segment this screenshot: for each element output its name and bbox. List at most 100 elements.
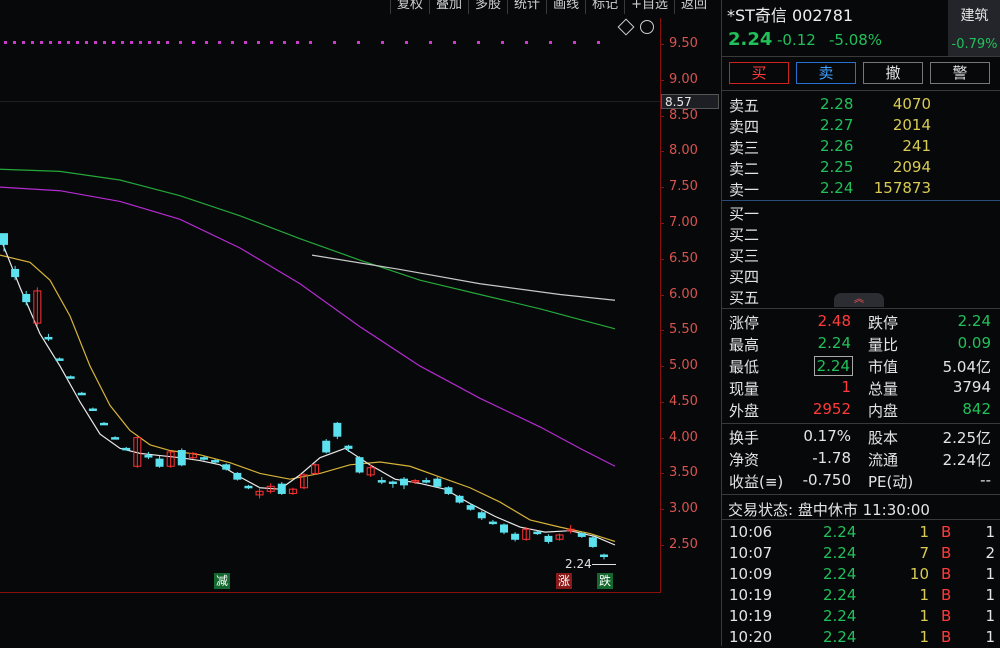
toolbar-item-1[interactable]: 叠加 [429, 0, 468, 14]
candle-body [277, 483, 286, 494]
ask-row[interactable]: 卖一 2.24 157873 [722, 178, 1000, 199]
stock-change-pct: -5.08% [829, 31, 883, 49]
circle-icon[interactable] [640, 20, 654, 34]
sector-name: 建筑 [960, 8, 989, 24]
candle-body [422, 480, 431, 483]
stock-change: -0.12 [777, 31, 816, 49]
y-tick: 2.50 [660, 537, 698, 552]
candle-body [122, 447, 131, 451]
top-dot-marker [4, 41, 7, 44]
candle-body [11, 268, 20, 278]
y-tick: 4.50 [660, 394, 698, 409]
top-dot-marker [112, 41, 115, 44]
top-dot-marker [231, 41, 234, 44]
last-price-marker: 2.24 [565, 557, 592, 571]
reduce-marker[interactable]: 减 [214, 573, 230, 589]
top-dot-marker [309, 41, 312, 44]
sell-button[interactable]: 卖 [796, 62, 856, 84]
ma-line-grey [311, 254, 616, 301]
candle-body [488, 521, 497, 525]
top-dot-marker [58, 41, 61, 44]
candle-body [244, 485, 253, 489]
sector-tag[interactable]: 建筑 -0.79% [948, 0, 1000, 56]
top-dot-marker [76, 41, 79, 44]
candle-body [333, 422, 342, 437]
chevron-up-icon[interactable]: ︽ [834, 293, 884, 307]
top-dot-marker [270, 41, 273, 44]
top-dot-marker [453, 41, 456, 44]
stat-row: 最低 2.24 市值 5.04亿 [729, 356, 991, 376]
top-dot-marker [157, 41, 160, 44]
candle-body [466, 505, 475, 510]
ask-row[interactable]: 卖三 2.26 241 [722, 136, 1000, 157]
top-dot-marker [179, 41, 182, 44]
toolbar-item-2[interactable]: 多股 [468, 0, 507, 14]
top-dot-marker [333, 41, 336, 44]
candle-body [55, 358, 64, 361]
toolbar-item-5[interactable]: 标记 [585, 0, 624, 14]
y-tick: 5.50 [660, 322, 698, 337]
kline-chart[interactable] [0, 18, 660, 593]
tick-row: 10:19 2.24 1 B 1 [729, 607, 995, 625]
top-dot-marker [525, 41, 528, 44]
fall-marker[interactable]: 跌 [597, 573, 613, 589]
top-dot-marker [257, 41, 260, 44]
top-dot-marker [597, 41, 600, 44]
candle-body [577, 533, 586, 537]
top-dot-marker [121, 41, 124, 44]
top-dot-marker [49, 41, 52, 44]
stat-row: 涨停 2.48 跌停 2.24 [729, 312, 991, 332]
top-dot-marker [130, 41, 133, 44]
ma-line-green [0, 168, 616, 330]
candle-body [155, 458, 164, 467]
top-dot-marker [22, 41, 25, 44]
y-tick: 3.50 [660, 465, 698, 480]
candle-body [111, 437, 120, 440]
rise-marker[interactable]: 涨 [556, 573, 572, 589]
candle-body [22, 294, 31, 303]
top-dot-marker [549, 41, 552, 44]
toolbar-item-6[interactable]: +自选 [624, 0, 674, 14]
bid-row[interactable]: 买三 [722, 244, 1000, 265]
toolbar-item-7[interactable]: 返回 [674, 0, 713, 14]
toolbar-item-4[interactable]: 画线 [546, 0, 585, 14]
candle-body [66, 376, 75, 379]
alert-button[interactable]: 警 [930, 62, 990, 84]
candle-body [200, 457, 208, 460]
ma-line-yellow [0, 254, 616, 542]
top-dot-marker [429, 41, 432, 44]
fundamental-row: 收益(≡) -0.750 PE(动) -- [729, 471, 991, 491]
candle-body [100, 422, 108, 426]
candle-body [77, 392, 86, 396]
ask-row[interactable]: 卖五 2.28 4070 [722, 94, 1000, 115]
tick-row: 10:07 2.24 7 B 2 [729, 544, 995, 562]
buy-button[interactable]: 买 [729, 62, 789, 84]
top-dot-marker [192, 41, 195, 44]
top-dot-marker [103, 41, 106, 44]
top-dot-marker [40, 41, 43, 44]
candle-body [477, 512, 486, 519]
candle-body [0, 233, 8, 245]
ask-row[interactable]: 卖四 2.27 2014 [722, 115, 1000, 136]
crosshair-line [0, 101, 661, 102]
candle-body [88, 408, 97, 412]
ask-row[interactable]: 卖二 2.25 2094 [722, 157, 1000, 178]
top-dot-marker [31, 41, 34, 44]
top-dot-marker [139, 41, 142, 44]
y-tick: 8.00 [660, 143, 698, 158]
quote-panel: *ST奇信 002781 2.24 -0.12 -5.08% 建筑 -0.79%… [721, 0, 1000, 646]
chart-bottom-border [0, 592, 660, 593]
top-dot-marker [244, 41, 247, 44]
candle-body [600, 554, 608, 558]
last-price-arrow [592, 564, 616, 565]
top-dot-marker [148, 41, 151, 44]
bid-row[interactable]: 买二 [722, 223, 1000, 244]
candle-body [400, 478, 408, 486]
bid-row[interactable]: 买四 [722, 265, 1000, 286]
fundamental-row: 净资 -1.78 流通 2.24亿 [729, 449, 991, 469]
cancel-button[interactable]: 撤 [863, 62, 923, 84]
toolbar-item-3[interactable]: 统计 [507, 0, 546, 14]
bid-row[interactable]: 买一 [722, 202, 1000, 223]
toolbar-item-0[interactable]: 复权 [390, 0, 429, 14]
stat-row: 现量 1 总量 3794 [729, 378, 991, 398]
